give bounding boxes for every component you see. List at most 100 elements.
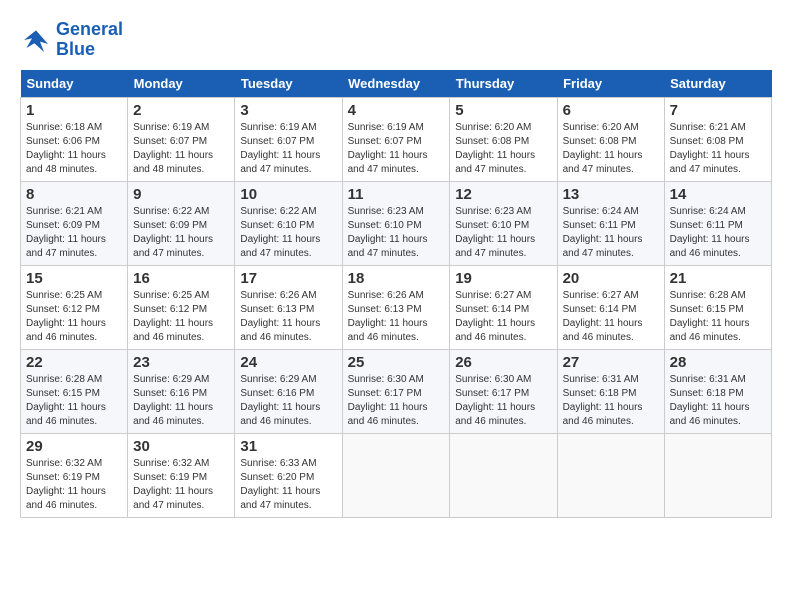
- day-number: 30: [133, 438, 229, 455]
- calendar-cell: [557, 433, 664, 517]
- calendar-cell: 1Sunrise: 6:18 AM Sunset: 6:06 PM Daylig…: [21, 97, 128, 181]
- calendar-header-row: SundayMondayTuesdayWednesdayThursdayFrid…: [21, 70, 772, 98]
- calendar-header-tuesday: Tuesday: [235, 70, 342, 98]
- day-info: Sunrise: 6:21 AM Sunset: 6:08 PM Dayligh…: [670, 121, 766, 177]
- day-number: 8: [26, 186, 122, 203]
- day-info: Sunrise: 6:27 AM Sunset: 6:14 PM Dayligh…: [563, 289, 659, 345]
- day-info: Sunrise: 6:20 AM Sunset: 6:08 PM Dayligh…: [563, 121, 659, 177]
- calendar-cell: 16 Sunrise: 6:25 AM Sunset: 6:12 PM Dayli…: [128, 265, 235, 349]
- day-info: Sunrise: 6:18 AM Sunset: 6:06 PM Dayligh…: [26, 121, 122, 177]
- calendar-cell: 3 Sunrise: 6:19 AM Sunset: 6:07 PM Daylig…: [235, 97, 342, 181]
- day-info: Sunrise: 6:25 AM Sunset: 6:12 PM Dayligh…: [26, 289, 122, 345]
- calendar-cell: 11 Sunrise: 6:23 AM Sunset: 6:10 PM Dayli…: [342, 181, 450, 265]
- logo: General Blue: [20, 20, 123, 60]
- calendar-header-wednesday: Wednesday: [342, 70, 450, 98]
- day-number: 28: [670, 354, 766, 371]
- calendar-cell: 21Sunrise: 6:28 AM Sunset: 6:15 PM Dayli…: [664, 265, 771, 349]
- calendar-cell: 2 Sunrise: 6:19 AM Sunset: 6:07 PM Daylig…: [128, 97, 235, 181]
- day-info: Sunrise: 6:22 AM Sunset: 6:09 PM Dayligh…: [133, 205, 229, 261]
- calendar-week-1: 1Sunrise: 6:18 AM Sunset: 6:06 PM Daylig…: [21, 97, 772, 181]
- day-info: Sunrise: 6:23 AM Sunset: 6:10 PM Dayligh…: [348, 205, 445, 261]
- day-number: 19: [455, 270, 551, 287]
- calendar-week-4: 22Sunrise: 6:28 AM Sunset: 6:15 PM Dayli…: [21, 349, 772, 433]
- calendar-cell: 14 Sunrise: 6:24 AM Sunset: 6:11 PM Dayli…: [664, 181, 771, 265]
- day-info: Sunrise: 6:32 AM Sunset: 6:19 PM Dayligh…: [133, 457, 229, 513]
- day-number: 31: [240, 438, 336, 455]
- day-info: Sunrise: 6:29 AM Sunset: 6:16 PM Dayligh…: [240, 373, 336, 429]
- day-info: Sunrise: 6:19 AM Sunset: 6:07 PM Dayligh…: [348, 121, 445, 177]
- day-number: 22: [26, 354, 122, 371]
- calendar-table: SundayMondayTuesdayWednesdayThursdayFrid…: [20, 70, 772, 518]
- calendar-week-5: 29 Sunrise: 6:32 AM Sunset: 6:19 PM Dayli…: [21, 433, 772, 517]
- day-info: Sunrise: 6:21 AM Sunset: 6:09 PM Dayligh…: [26, 205, 122, 261]
- day-number: 4: [348, 102, 445, 119]
- day-number: 2: [133, 102, 229, 119]
- calendar-cell: 24 Sunrise: 6:29 AM Sunset: 6:16 PM Dayli…: [235, 349, 342, 433]
- calendar-cell: 27 Sunrise: 6:31 AM Sunset: 6:18 PM Dayli…: [557, 349, 664, 433]
- day-info: Sunrise: 6:30 AM Sunset: 6:17 PM Dayligh…: [348, 373, 445, 429]
- calendar-header-saturday: Saturday: [664, 70, 771, 98]
- calendar-header-monday: Monday: [128, 70, 235, 98]
- day-number: 3: [240, 102, 336, 119]
- day-number: 26: [455, 354, 551, 371]
- day-info: Sunrise: 6:26 AM Sunset: 6:13 PM Dayligh…: [240, 289, 336, 345]
- day-info: Sunrise: 6:19 AM Sunset: 6:07 PM Dayligh…: [240, 121, 336, 177]
- day-number: 23: [133, 354, 229, 371]
- day-info: Sunrise: 6:33 AM Sunset: 6:20 PM Dayligh…: [240, 457, 336, 513]
- page-header: General Blue: [20, 20, 772, 60]
- calendar-cell: 7 Sunrise: 6:21 AM Sunset: 6:08 PM Daylig…: [664, 97, 771, 181]
- day-number: 15: [26, 270, 122, 287]
- day-info: Sunrise: 6:20 AM Sunset: 6:08 PM Dayligh…: [455, 121, 551, 177]
- day-info: Sunrise: 6:25 AM Sunset: 6:12 PM Dayligh…: [133, 289, 229, 345]
- day-number: 14: [670, 186, 766, 203]
- calendar-header-sunday: Sunday: [21, 70, 128, 98]
- day-number: 24: [240, 354, 336, 371]
- calendar-cell: 20 Sunrise: 6:27 AM Sunset: 6:14 PM Dayli…: [557, 265, 664, 349]
- day-info: Sunrise: 6:31 AM Sunset: 6:18 PM Dayligh…: [563, 373, 659, 429]
- day-number: 20: [563, 270, 659, 287]
- calendar-cell: [664, 433, 771, 517]
- calendar-cell: 29 Sunrise: 6:32 AM Sunset: 6:19 PM Dayli…: [21, 433, 128, 517]
- calendar-cell: 23 Sunrise: 6:29 AM Sunset: 6:16 PM Dayli…: [128, 349, 235, 433]
- day-number: 27: [563, 354, 659, 371]
- day-number: 25: [348, 354, 445, 371]
- day-number: 5: [455, 102, 551, 119]
- calendar-cell: 9Sunrise: 6:22 AM Sunset: 6:09 PM Daylig…: [128, 181, 235, 265]
- day-info: Sunrise: 6:27 AM Sunset: 6:14 PM Dayligh…: [455, 289, 551, 345]
- calendar-cell: 5 Sunrise: 6:20 AM Sunset: 6:08 PM Daylig…: [450, 97, 557, 181]
- day-info: Sunrise: 6:32 AM Sunset: 6:19 PM Dayligh…: [26, 457, 122, 513]
- calendar-cell: 4 Sunrise: 6:19 AM Sunset: 6:07 PM Daylig…: [342, 97, 450, 181]
- calendar-cell: [342, 433, 450, 517]
- day-info: Sunrise: 6:29 AM Sunset: 6:16 PM Dayligh…: [133, 373, 229, 429]
- day-number: 11: [348, 186, 445, 203]
- calendar-cell: 17Sunrise: 6:26 AM Sunset: 6:13 PM Dayli…: [235, 265, 342, 349]
- day-number: 16: [133, 270, 229, 287]
- day-number: 12: [455, 186, 551, 203]
- day-info: Sunrise: 6:28 AM Sunset: 6:15 PM Dayligh…: [670, 289, 766, 345]
- calendar-cell: 19 Sunrise: 6:27 AM Sunset: 6:14 PM Dayli…: [450, 265, 557, 349]
- logo-text: General Blue: [56, 20, 123, 60]
- day-number: 6: [563, 102, 659, 119]
- calendar-cell: 15 Sunrise: 6:25 AM Sunset: 6:12 PM Dayli…: [21, 265, 128, 349]
- day-info: Sunrise: 6:23 AM Sunset: 6:10 PM Dayligh…: [455, 205, 551, 261]
- calendar-cell: 8 Sunrise: 6:21 AM Sunset: 6:09 PM Daylig…: [21, 181, 128, 265]
- calendar-week-3: 15 Sunrise: 6:25 AM Sunset: 6:12 PM Dayli…: [21, 265, 772, 349]
- day-info: Sunrise: 6:19 AM Sunset: 6:07 PM Dayligh…: [133, 121, 229, 177]
- day-info: Sunrise: 6:26 AM Sunset: 6:13 PM Dayligh…: [348, 289, 445, 345]
- calendar-cell: 25 Sunrise: 6:30 AM Sunset: 6:17 PM Dayli…: [342, 349, 450, 433]
- calendar-cell: 13Sunrise: 6:24 AM Sunset: 6:11 PM Dayli…: [557, 181, 664, 265]
- day-info: Sunrise: 6:22 AM Sunset: 6:10 PM Dayligh…: [240, 205, 336, 261]
- calendar-cell: 18 Sunrise: 6:26 AM Sunset: 6:13 PM Dayli…: [342, 265, 450, 349]
- calendar-cell: 22Sunrise: 6:28 AM Sunset: 6:15 PM Dayli…: [21, 349, 128, 433]
- calendar-header-thursday: Thursday: [450, 70, 557, 98]
- logo-icon: [20, 24, 52, 56]
- day-number: 7: [670, 102, 766, 119]
- calendar-cell: [450, 433, 557, 517]
- day-info: Sunrise: 6:24 AM Sunset: 6:11 PM Dayligh…: [670, 205, 766, 261]
- day-info: Sunrise: 6:24 AM Sunset: 6:11 PM Dayligh…: [563, 205, 659, 261]
- calendar-cell: 28Sunrise: 6:31 AM Sunset: 6:18 PM Dayli…: [664, 349, 771, 433]
- day-number: 29: [26, 438, 122, 455]
- calendar-cell: 26Sunrise: 6:30 AM Sunset: 6:17 PM Dayli…: [450, 349, 557, 433]
- calendar-header-friday: Friday: [557, 70, 664, 98]
- day-number: 18: [348, 270, 445, 287]
